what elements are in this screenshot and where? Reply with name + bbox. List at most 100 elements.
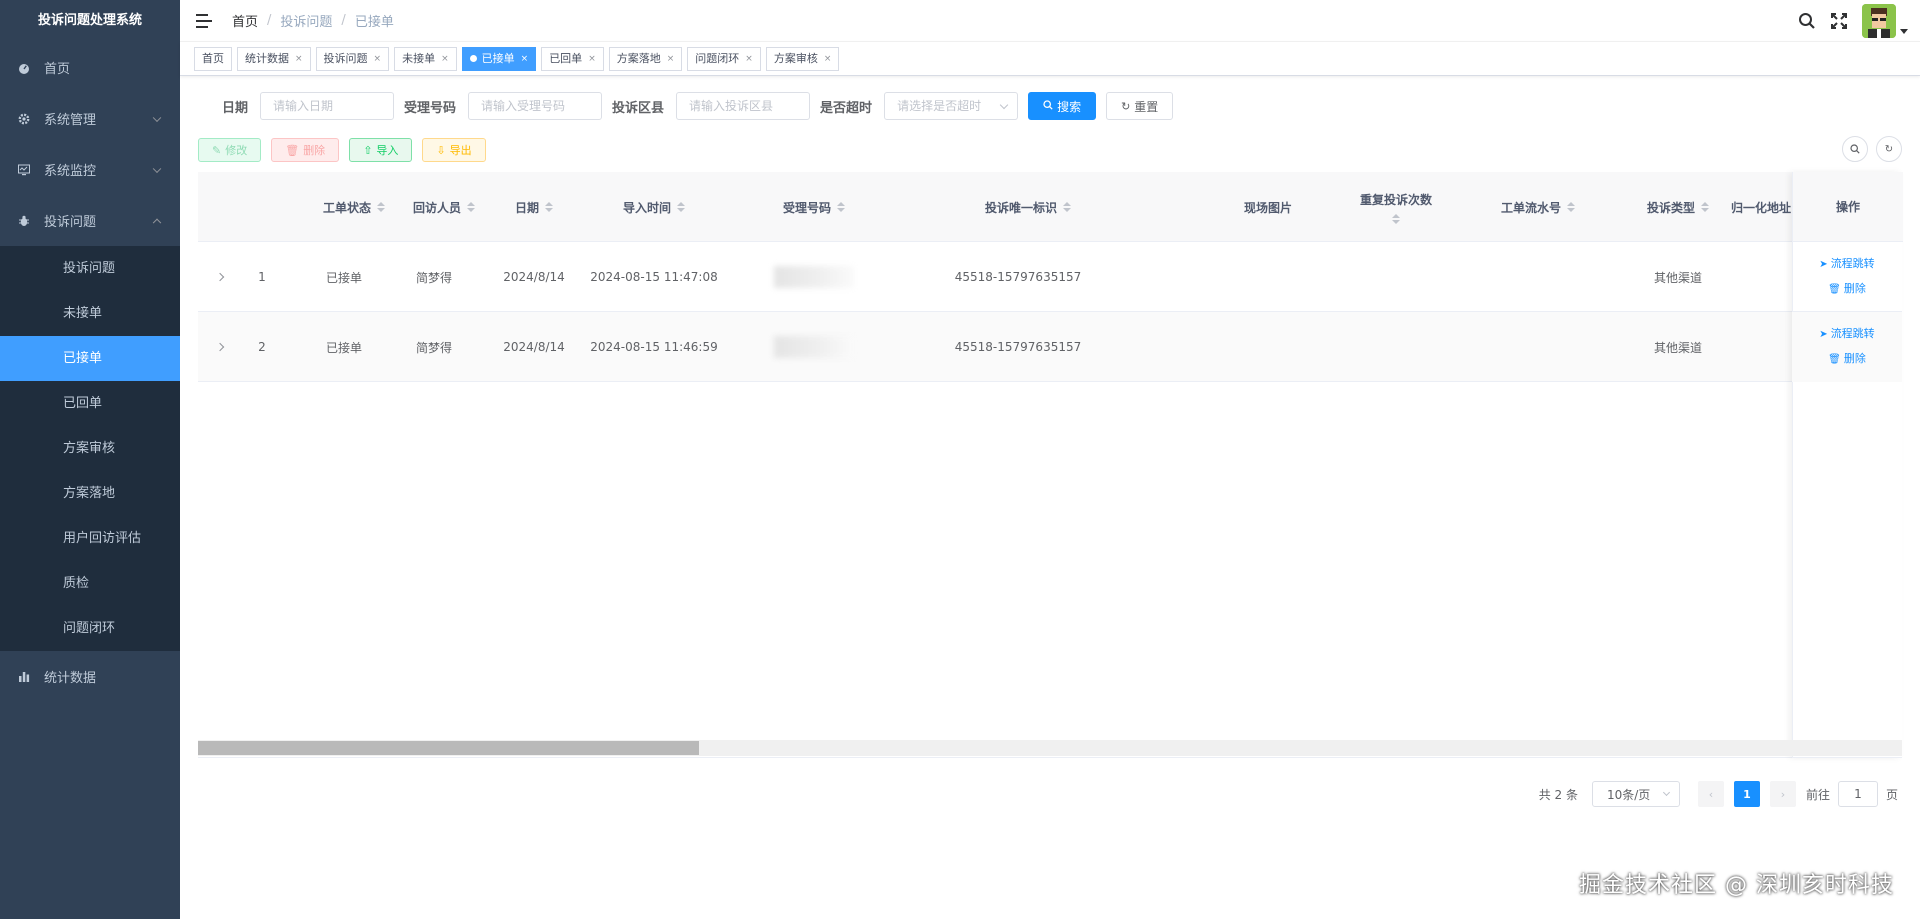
gear-icon [18,113,30,125]
sidebar-item-home[interactable]: 首页 [0,42,180,93]
import-button[interactable]: ⇧ 导入 [349,138,413,162]
date-input[interactable]: 请输入日期 [260,92,395,120]
sidebar-item-complaints[interactable]: 投诉问题 [0,195,180,246]
caret-down-icon[interactable] [1900,28,1908,34]
reset-button[interactable]: ↻ 重置 [1106,92,1174,120]
refresh-button[interactable]: ↻ [1876,136,1902,162]
breadcrumb-separator: / [341,13,346,28]
table-row[interactable]: 1 已接单 简梦得 2024/8/14 2024-08-15 11:47:08 … [198,242,1902,312]
tag-plan-implementation[interactable]: 方案落地 × [608,46,683,71]
code-input[interactable]: 请输入受理号码 [468,92,603,120]
chevron-up-icon [152,218,162,227]
table-toolbar: ✎ 修改 🗑 删除 ⇧ 导入 ⇩ 导出 ↻ [198,136,1902,164]
edit-icon: ✎ [212,143,222,157]
sidebar-sub-issue-closure[interactable]: 问题闭环 [0,606,180,651]
district-input[interactable]: 请输入投诉区县 [676,92,811,120]
row-delete-link[interactable]: 🗑 删除 [1828,277,1866,302]
cell-uid: 45518-15797635157 [954,270,1082,284]
sort-icon[interactable] [1063,202,1071,212]
sidebar-sub-complaint-issues[interactable]: 投诉问题 [0,246,180,291]
delete-button[interactable]: 🗑 删除 [271,138,340,162]
tag-not-accepted[interactable]: 未接单 × [394,46,457,71]
close-icon[interactable]: × [588,48,596,70]
watermark: 掘金技术社区 @ 深圳亥时科技 [1579,873,1894,898]
sidebar-sub-plan-implementation[interactable]: 方案落地 [0,471,180,516]
page-size-select[interactable]: 10条/页 [1591,781,1680,807]
table-header: 工单状态 回访人员 日期 导入时间 受理号码 投诉唯一标识 现场图片 重复投诉次… [198,172,1902,242]
header-flow-no[interactable]: 工单流水号 [1468,172,1608,242]
header-import-time[interactable]: 导入时间 [574,172,734,242]
navbar-actions [1798,0,1908,42]
scrollbar-thumb[interactable] [198,741,699,755]
sidebar-sub-not-accepted[interactable]: 未接单 [0,291,180,336]
chevron-right-icon [215,272,225,282]
tags-view: 首页 统计数据 × 投诉问题 × 未接单 × 已接单 × 已回单 × 方案落地 × 问题闭环… [180,42,1920,76]
chevron-down-icon [999,100,1009,110]
dashboard-icon [18,62,30,74]
cell-code-redacted [734,242,894,312]
sort-icon[interactable] [677,202,685,212]
sidebar-sub-plan-review[interactable]: 方案审核 [0,426,180,471]
tag-issue-closure[interactable]: 问题闭环 × [687,46,761,71]
page-number[interactable]: 1 [1733,781,1760,807]
tag-accepted[interactable]: 已接单 × [461,46,537,71]
search-button[interactable]: 搜索 [1028,92,1097,120]
next-page-button[interactable]: › [1769,781,1796,807]
sidebar-sub-user-revisit[interactable]: 用户回访评估 [0,516,180,561]
prev-page-button[interactable]: ‹ [1697,781,1724,807]
chevron-down-icon [152,164,162,173]
tag-complaints[interactable]: 投诉问题 × [315,46,390,71]
close-icon[interactable]: × [521,48,529,70]
expand-row-toggle[interactable] [198,242,242,312]
sort-icon[interactable] [1567,202,1575,212]
sort-icon[interactable] [837,202,845,212]
flow-jump-link[interactable]: ➤ 流程跳转 [1819,252,1874,277]
tag-plan-review[interactable]: 方案审核 × [765,46,840,71]
search-icon[interactable] [1798,12,1816,30]
sidebar-item-system-management[interactable]: 系统管理 [0,93,180,144]
close-icon[interactable]: × [667,48,675,70]
sidebar-item-system-monitor[interactable]: 系统监控 [0,144,180,195]
sidebar-sub-quality-check[interactable]: 质检 [0,561,180,606]
close-icon[interactable]: × [745,48,753,70]
sort-icon[interactable] [545,202,553,212]
row-delete-link[interactable]: 🗑 删除 [1828,347,1866,372]
header-code[interactable]: 受理号码 [734,172,894,242]
close-icon[interactable]: × [441,48,449,70]
avatar[interactable] [1862,4,1896,38]
table-row[interactable]: 2 已接单 简梦得 2024/8/14 2024-08-15 11:46:59 … [198,312,1902,382]
trash-icon: 🗑 [1828,354,1841,365]
horizontal-scrollbar[interactable] [198,740,1902,756]
sidebar-sub-accepted[interactable]: 已接单 [0,336,180,381]
redacted-block [774,336,854,358]
sort-icon[interactable] [1392,213,1400,224]
toggle-search-button[interactable] [1842,136,1868,162]
header-uid[interactable]: 投诉唯一标识 [918,172,1138,242]
breadcrumb-separator: / [267,13,272,28]
header-repeat-count[interactable]: 重复投诉次数 [1326,172,1466,242]
expand-row-toggle[interactable] [198,312,242,382]
close-icon[interactable]: × [374,48,382,70]
sidebar-item-statistics[interactable]: 统计数据 [0,651,180,702]
export-button[interactable]: ⇩ 导出 [422,138,486,162]
redacted-block [774,266,854,288]
tag-statistics[interactable]: 统计数据 × [237,46,311,71]
send-icon: ➤ [1819,259,1828,270]
tag-home[interactable]: 首页 [194,46,232,71]
breadcrumb-home[interactable]: 首页 [232,11,258,30]
sidebar-sub-replied[interactable]: 已回单 [0,381,180,426]
pagination-total: 共 2 条 [1538,787,1578,802]
flow-jump-link[interactable]: ➤ 流程跳转 [1819,322,1874,347]
close-icon[interactable]: × [824,48,832,70]
hamburger-icon[interactable] [196,13,212,28]
goto-page-input[interactable]: 1 [1837,781,1878,807]
search-form: 日期 请输入日期 受理号码 请输入受理号码 投诉区县 请输入投诉区县 是否超时 … [198,92,1902,120]
edit-button[interactable]: ✎ 修改 [198,138,262,162]
close-icon[interactable]: × [295,48,303,70]
timeout-select[interactable]: 请选择是否超时 [884,92,1019,120]
fullscreen-icon[interactable] [1830,12,1848,30]
tag-replied[interactable]: 已回单 × [541,46,604,71]
pagination: 共 2 条 10条/页 ‹ 1 › 前往 1 页 [1539,781,1898,807]
code-label: 受理号码 [404,100,457,116]
sidebar-item-label: 统计数据 [44,671,97,686]
